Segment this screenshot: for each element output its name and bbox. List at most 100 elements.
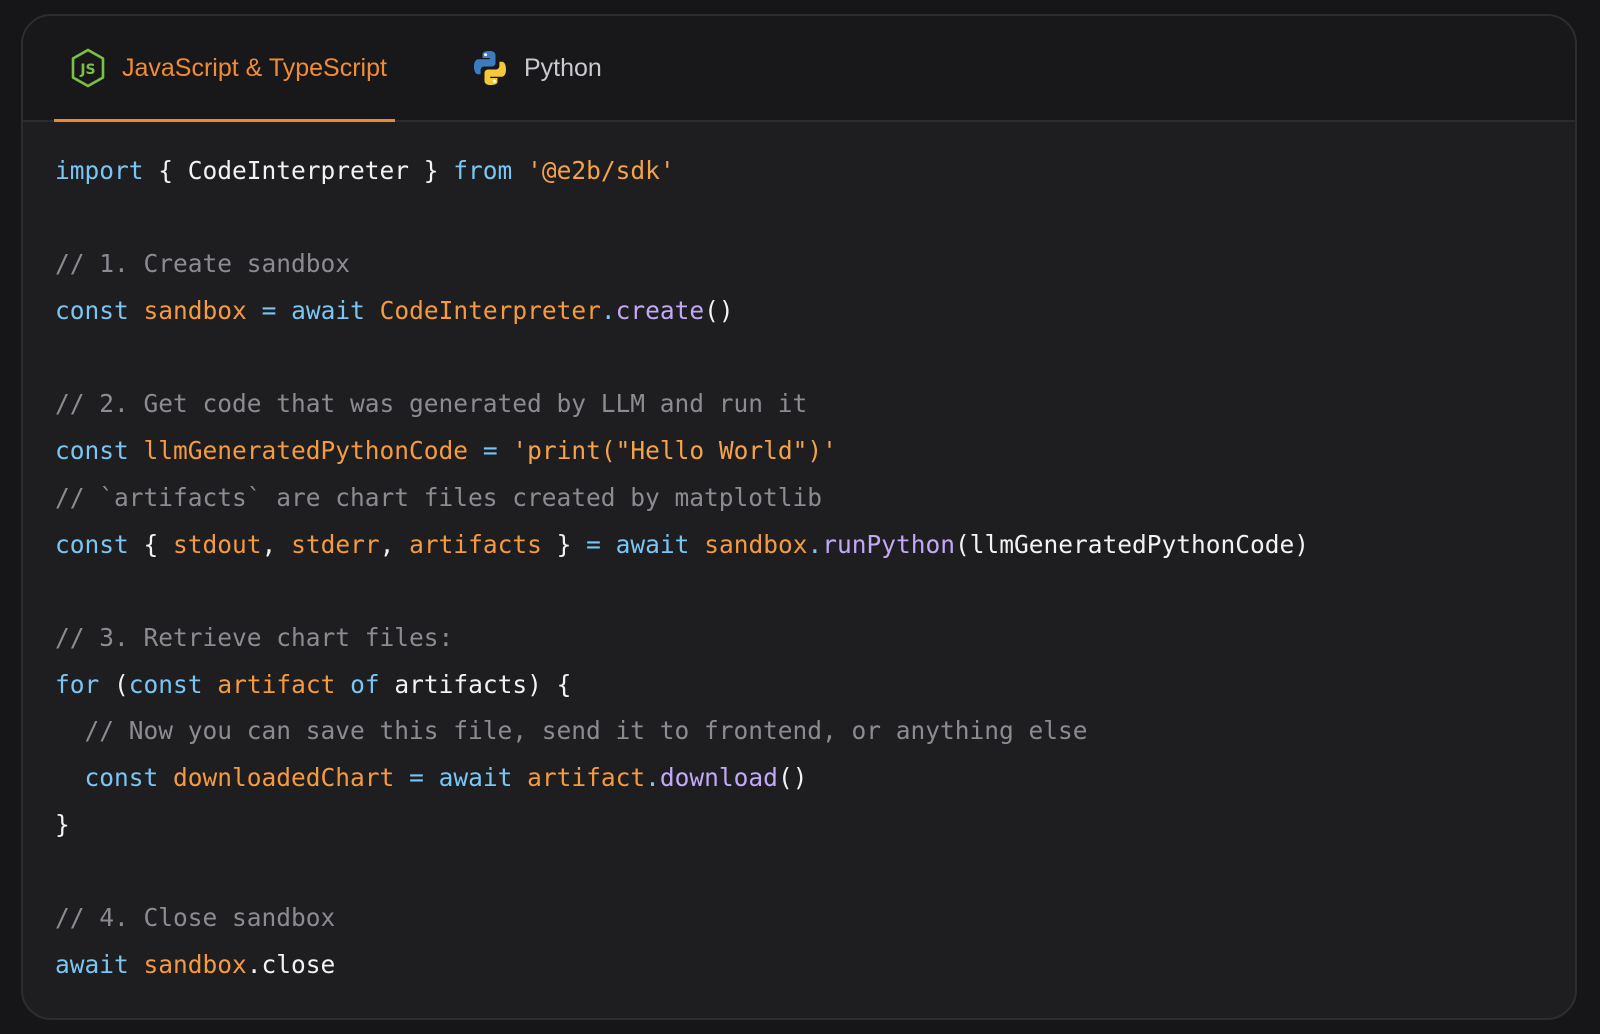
code-line: // `artifacts` are chart files created b…: [55, 475, 1309, 522]
code-function: create: [615, 296, 705, 326]
code-text: {: [128, 529, 174, 559]
code-keyword: const: [84, 762, 159, 792]
code-keyword: =: [409, 762, 424, 792]
code-keyword: const: [55, 296, 129, 326]
code-comment: // 4. Close sandbox: [55, 903, 336, 932]
code-example-card: JS JavaScript & TypeScript Python import…: [21, 14, 1577, 1020]
tab-label: Python: [524, 53, 602, 82]
code-text: (llmGeneratedPythonCode): [954, 529, 1309, 559]
code-identifier: stdout: [173, 529, 262, 559]
code-line: const sandbox = await CodeInterpreter.cr…: [55, 288, 1309, 335]
code-text: .close: [246, 949, 336, 979]
code-identifier: CodeInterpreter: [379, 296, 601, 326]
code-keyword: =: [482, 436, 498, 466]
tab-javascript-typescript[interactable]: JS JavaScript & TypeScript: [54, 16, 395, 122]
code-keyword: .: [645, 762, 660, 792]
code-line: import { CodeInterpreter } from '@e2b/sd…: [55, 148, 1309, 195]
code-text: (): [704, 296, 734, 326]
code-keyword: const: [128, 669, 203, 699]
code-text: (): [777, 762, 808, 792]
code-comment: // 2. Get code that was generated by LLM…: [55, 389, 808, 419]
code-line: // 4. Close sandbox: [55, 895, 1309, 942]
code-keyword: await: [291, 296, 365, 326]
code-keyword: const: [55, 529, 129, 559]
code-text: ,: [379, 529, 410, 559]
code-comment: // 1. Create sandbox: [55, 249, 351, 279]
code-keyword: for: [55, 669, 100, 699]
code-string: '@e2b/sdk': [527, 156, 675, 185]
code-line: // 3. Retrieve chart files:: [55, 615, 1309, 662]
code-keyword: import: [55, 156, 144, 185]
code-keyword: await: [55, 949, 129, 979]
code-line: const { stdout, stderr, artifacts } = aw…: [55, 522, 1309, 569]
code-function: download: [659, 762, 778, 792]
code-identifier: downloadedChart: [173, 762, 395, 792]
code-identifier: artifacts: [409, 529, 542, 559]
code-comment: // Now you can save this file, send it t…: [84, 716, 1088, 746]
language-tab-bar: JS JavaScript & TypeScript Python: [23, 16, 1575, 122]
code-keyword: const: [55, 436, 129, 466]
code-keyword: .: [807, 529, 823, 559]
code-identifier: sandbox: [704, 529, 808, 559]
code-identifier: sandbox: [143, 949, 247, 979]
code-line: // 2. Get code that was generated by LLM…: [55, 381, 1309, 428]
code-identifier: sandbox: [143, 296, 247, 326]
code-block: import { CodeInterpreter } from '@e2b/sd…: [55, 148, 1309, 988]
python-icon: [472, 48, 508, 88]
code-keyword: .: [600, 296, 616, 326]
code-string: 'print("Hello World")': [512, 436, 837, 466]
code-text: (: [99, 669, 129, 699]
code-keyword: await: [438, 762, 513, 792]
code-keyword: of: [350, 669, 380, 699]
code-text: }: [541, 529, 587, 559]
svg-text:JS: JS: [79, 62, 95, 78]
code-keyword: from: [453, 156, 513, 185]
code-comment: // `artifacts` are chart files created b…: [55, 482, 823, 512]
code-text: { CodeInterpreter }: [143, 156, 454, 185]
code-text: }: [55, 809, 70, 839]
code-line: const downloadedChart = await artifact.d…: [55, 755, 1309, 802]
nodejs-icon: JS: [70, 48, 106, 88]
code-identifier: stderr: [291, 529, 380, 559]
code-function: runPython: [822, 529, 955, 559]
code-keyword: =: [586, 529, 601, 559]
code-line: // Now you can save this file, send it t…: [55, 708, 1309, 755]
code-keyword: =: [261, 296, 277, 326]
code-line: for (const artifact of artifacts) {: [55, 662, 1309, 709]
code-text: artifacts) {: [379, 669, 572, 699]
code-line: await sandbox.close: [55, 942, 1309, 989]
code-identifier: artifact: [527, 762, 646, 792]
code-identifier: artifact: [217, 669, 336, 699]
code-keyword: await: [615, 529, 690, 559]
code-line: const llmGeneratedPythonCode = 'print("H…: [55, 428, 1309, 475]
code-line: // 1. Create sandbox: [55, 241, 1309, 288]
code-identifier: llmGeneratedPythonCode: [143, 436, 469, 466]
active-tab-indicator: [54, 119, 395, 122]
code-text: ,: [261, 529, 292, 559]
tab-label: JavaScript & TypeScript: [122, 53, 387, 82]
code-comment: // 3. Retrieve chart files:: [55, 622, 454, 652]
tab-python[interactable]: Python: [472, 16, 602, 120]
